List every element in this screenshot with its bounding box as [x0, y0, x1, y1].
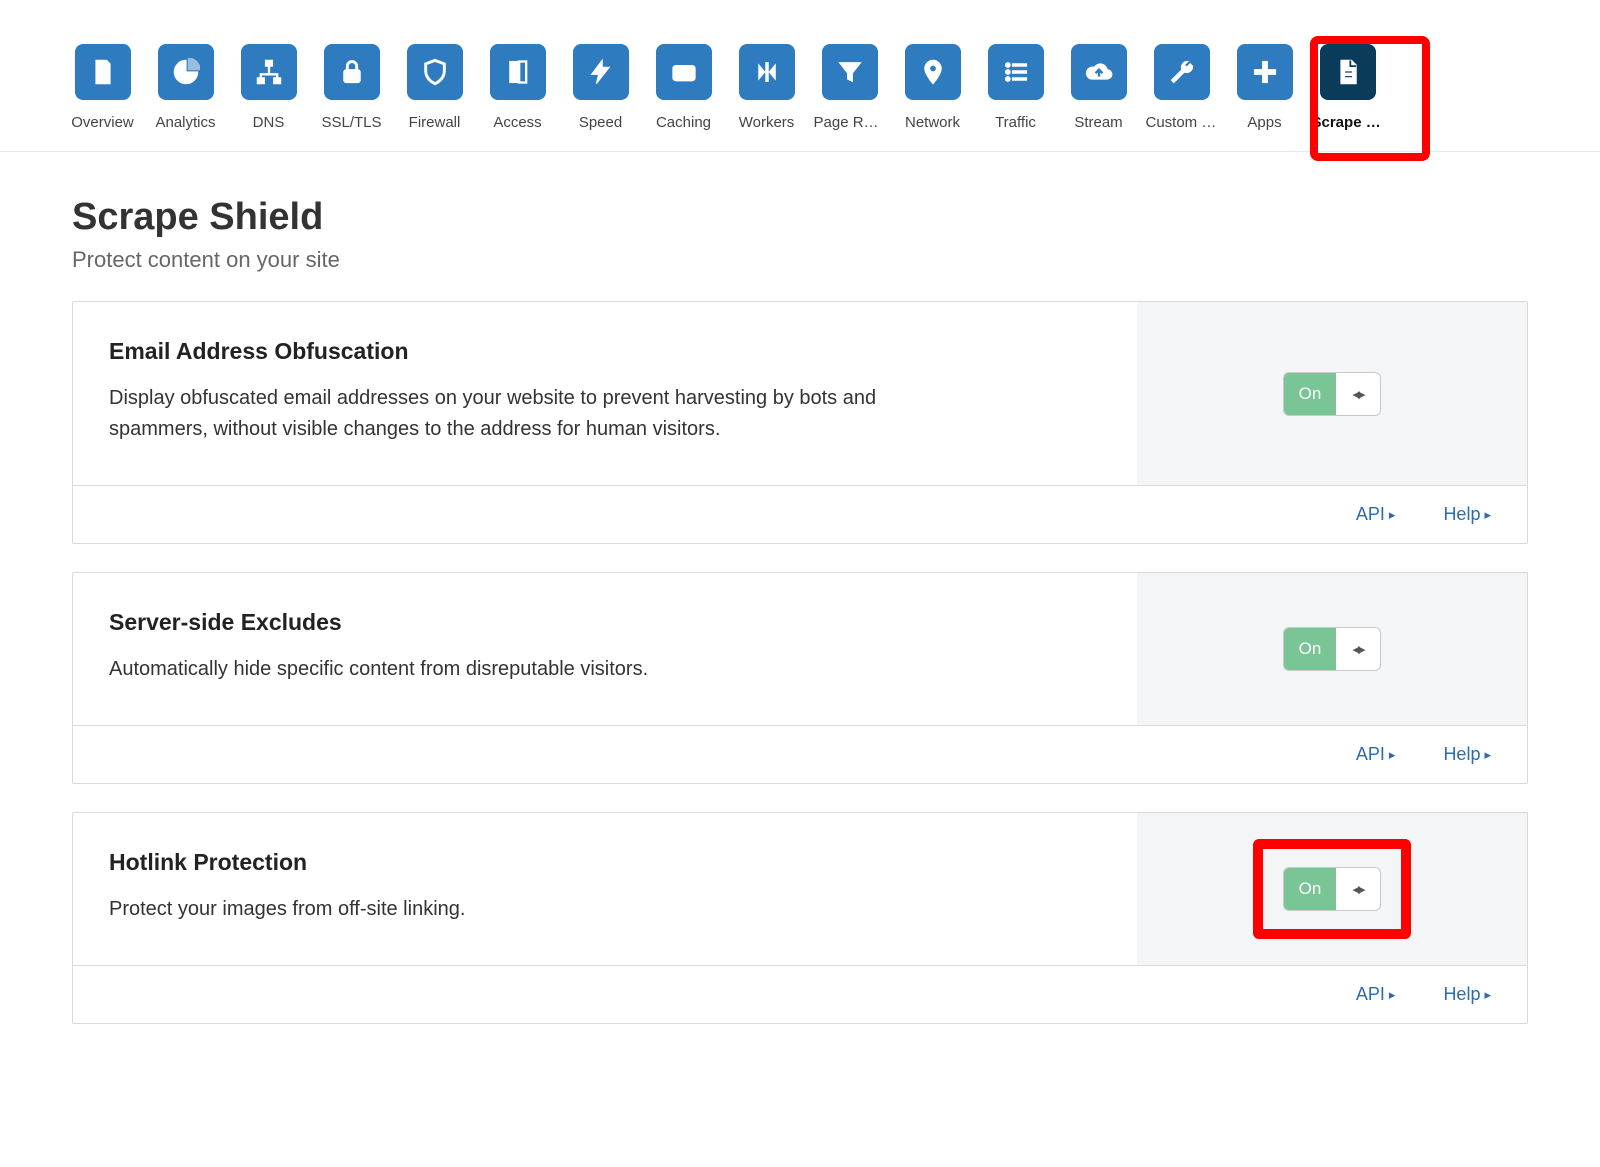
sitemap-icon	[241, 44, 297, 100]
setting-title: Hotlink Protection	[109, 849, 1101, 876]
help-link[interactable]: Help	[1443, 744, 1491, 765]
setting-footer: API Help	[73, 485, 1527, 543]
setting-title: Server-side Excludes	[109, 609, 1101, 636]
plus-icon	[1237, 44, 1293, 100]
api-link[interactable]: API	[1356, 984, 1396, 1005]
setting-card: Hotlink Protection Protect your images fr…	[72, 812, 1528, 1024]
api-link[interactable]: API	[1356, 504, 1396, 525]
braces-icon	[739, 44, 795, 100]
nav-label-network: Network	[905, 114, 960, 131]
wrench-icon	[1154, 44, 1210, 100]
setting-side-panel: On◂▸	[1137, 573, 1527, 725]
nav-label-access: Access	[493, 114, 541, 131]
list-icon	[988, 44, 1044, 100]
pie-icon	[158, 44, 214, 100]
nav-label-analytics: Analytics	[155, 114, 215, 131]
page-header: Scrape Shield Protect content on your si…	[0, 152, 1600, 273]
setting-footer: API Help	[73, 965, 1527, 1023]
nav-label-caching: Caching	[656, 114, 711, 131]
setting-description: Display obfuscated email addresses on yo…	[109, 383, 889, 445]
lock-icon	[324, 44, 380, 100]
nav-item-traffic[interactable]: Traffic	[983, 44, 1048, 151]
nav-item-workers[interactable]: Workers	[734, 44, 799, 151]
toggle-state-label: On	[1284, 628, 1336, 670]
nav-item-page-rules[interactable]: Page Rules	[817, 44, 882, 151]
nav-item-analytics[interactable]: Analytics	[153, 44, 218, 151]
setting-title: Email Address Obfuscation	[109, 338, 1101, 365]
nav-item-caching[interactable]: Caching	[651, 44, 716, 151]
setting-card: Email Address Obfuscation Display obfusca…	[72, 301, 1528, 544]
drive-icon	[656, 44, 712, 100]
nav-item-firewall[interactable]: Firewall	[402, 44, 467, 151]
api-link[interactable]: API	[1356, 744, 1396, 765]
setting-side-panel: On◂▸	[1137, 302, 1527, 485]
shield-icon	[407, 44, 463, 100]
setting-toggle[interactable]: On◂▸	[1283, 867, 1381, 911]
toggle-arrows-icon: ◂▸	[1336, 628, 1380, 670]
setting-description: Protect your images from off-site linkin…	[109, 894, 889, 925]
page-title: Scrape Shield	[72, 196, 1528, 239]
clipboard-icon	[75, 44, 131, 100]
nav-label-speed: Speed	[579, 114, 622, 131]
funnel-icon	[822, 44, 878, 100]
nav-item-stream[interactable]: Stream	[1066, 44, 1131, 151]
nav-item-speed[interactable]: Speed	[568, 44, 633, 151]
top-nav: Overview Analytics DNS SSL/TLS Firewall Acces…	[0, 0, 1600, 152]
nav-item-apps[interactable]: Apps	[1232, 44, 1297, 151]
nav-label-overview: Overview	[71, 114, 134, 131]
pin-icon	[905, 44, 961, 100]
door-icon	[490, 44, 546, 100]
nav-item-scrape-shield[interactable]: Scrape Shi...	[1315, 44, 1380, 151]
nav-item-access[interactable]: Access	[485, 44, 550, 151]
setting-toggle[interactable]: On◂▸	[1283, 372, 1381, 416]
document-icon	[1320, 44, 1376, 100]
setting-side-panel: On◂▸	[1137, 813, 1527, 965]
nav-label-scrape-shield: Scrape Shi...	[1312, 114, 1384, 131]
nav-label-ssl-tls: SSL/TLS	[321, 114, 381, 131]
help-link[interactable]: Help	[1443, 984, 1491, 1005]
toggle-arrows-icon: ◂▸	[1336, 868, 1380, 910]
nav-label-workers: Workers	[739, 114, 795, 131]
nav-label-firewall: Firewall	[409, 114, 461, 131]
nav-label-page-rules: Page Rules	[814, 114, 886, 131]
nav-label-apps: Apps	[1247, 114, 1281, 131]
setting-card: Server-side Excludes Automatically hide s…	[72, 572, 1528, 784]
nav-label-stream: Stream	[1074, 114, 1122, 131]
nav-item-custom-pages[interactable]: Custom Pa...	[1149, 44, 1214, 151]
toggle-state-label: On	[1284, 373, 1336, 415]
setting-toggle[interactable]: On◂▸	[1283, 627, 1381, 671]
nav-label-dns: DNS	[253, 114, 285, 131]
nav-item-dns[interactable]: DNS	[236, 44, 301, 151]
toggle-arrows-icon: ◂▸	[1336, 373, 1380, 415]
nav-label-custom-pages: Custom Pa...	[1146, 114, 1218, 131]
nav-item-network[interactable]: Network	[900, 44, 965, 151]
setting-description: Automatically hide specific content from…	[109, 654, 889, 685]
setting-footer: API Help	[73, 725, 1527, 783]
page-subtitle: Protect content on your site	[72, 247, 1528, 273]
bolt-icon	[573, 44, 629, 100]
nav-item-ssl-tls[interactable]: SSL/TLS	[319, 44, 384, 151]
help-link[interactable]: Help	[1443, 504, 1491, 525]
toggle-state-label: On	[1284, 868, 1336, 910]
nav-item-overview[interactable]: Overview	[70, 44, 135, 151]
cloud-icon	[1071, 44, 1127, 100]
nav-label-traffic: Traffic	[995, 114, 1036, 131]
